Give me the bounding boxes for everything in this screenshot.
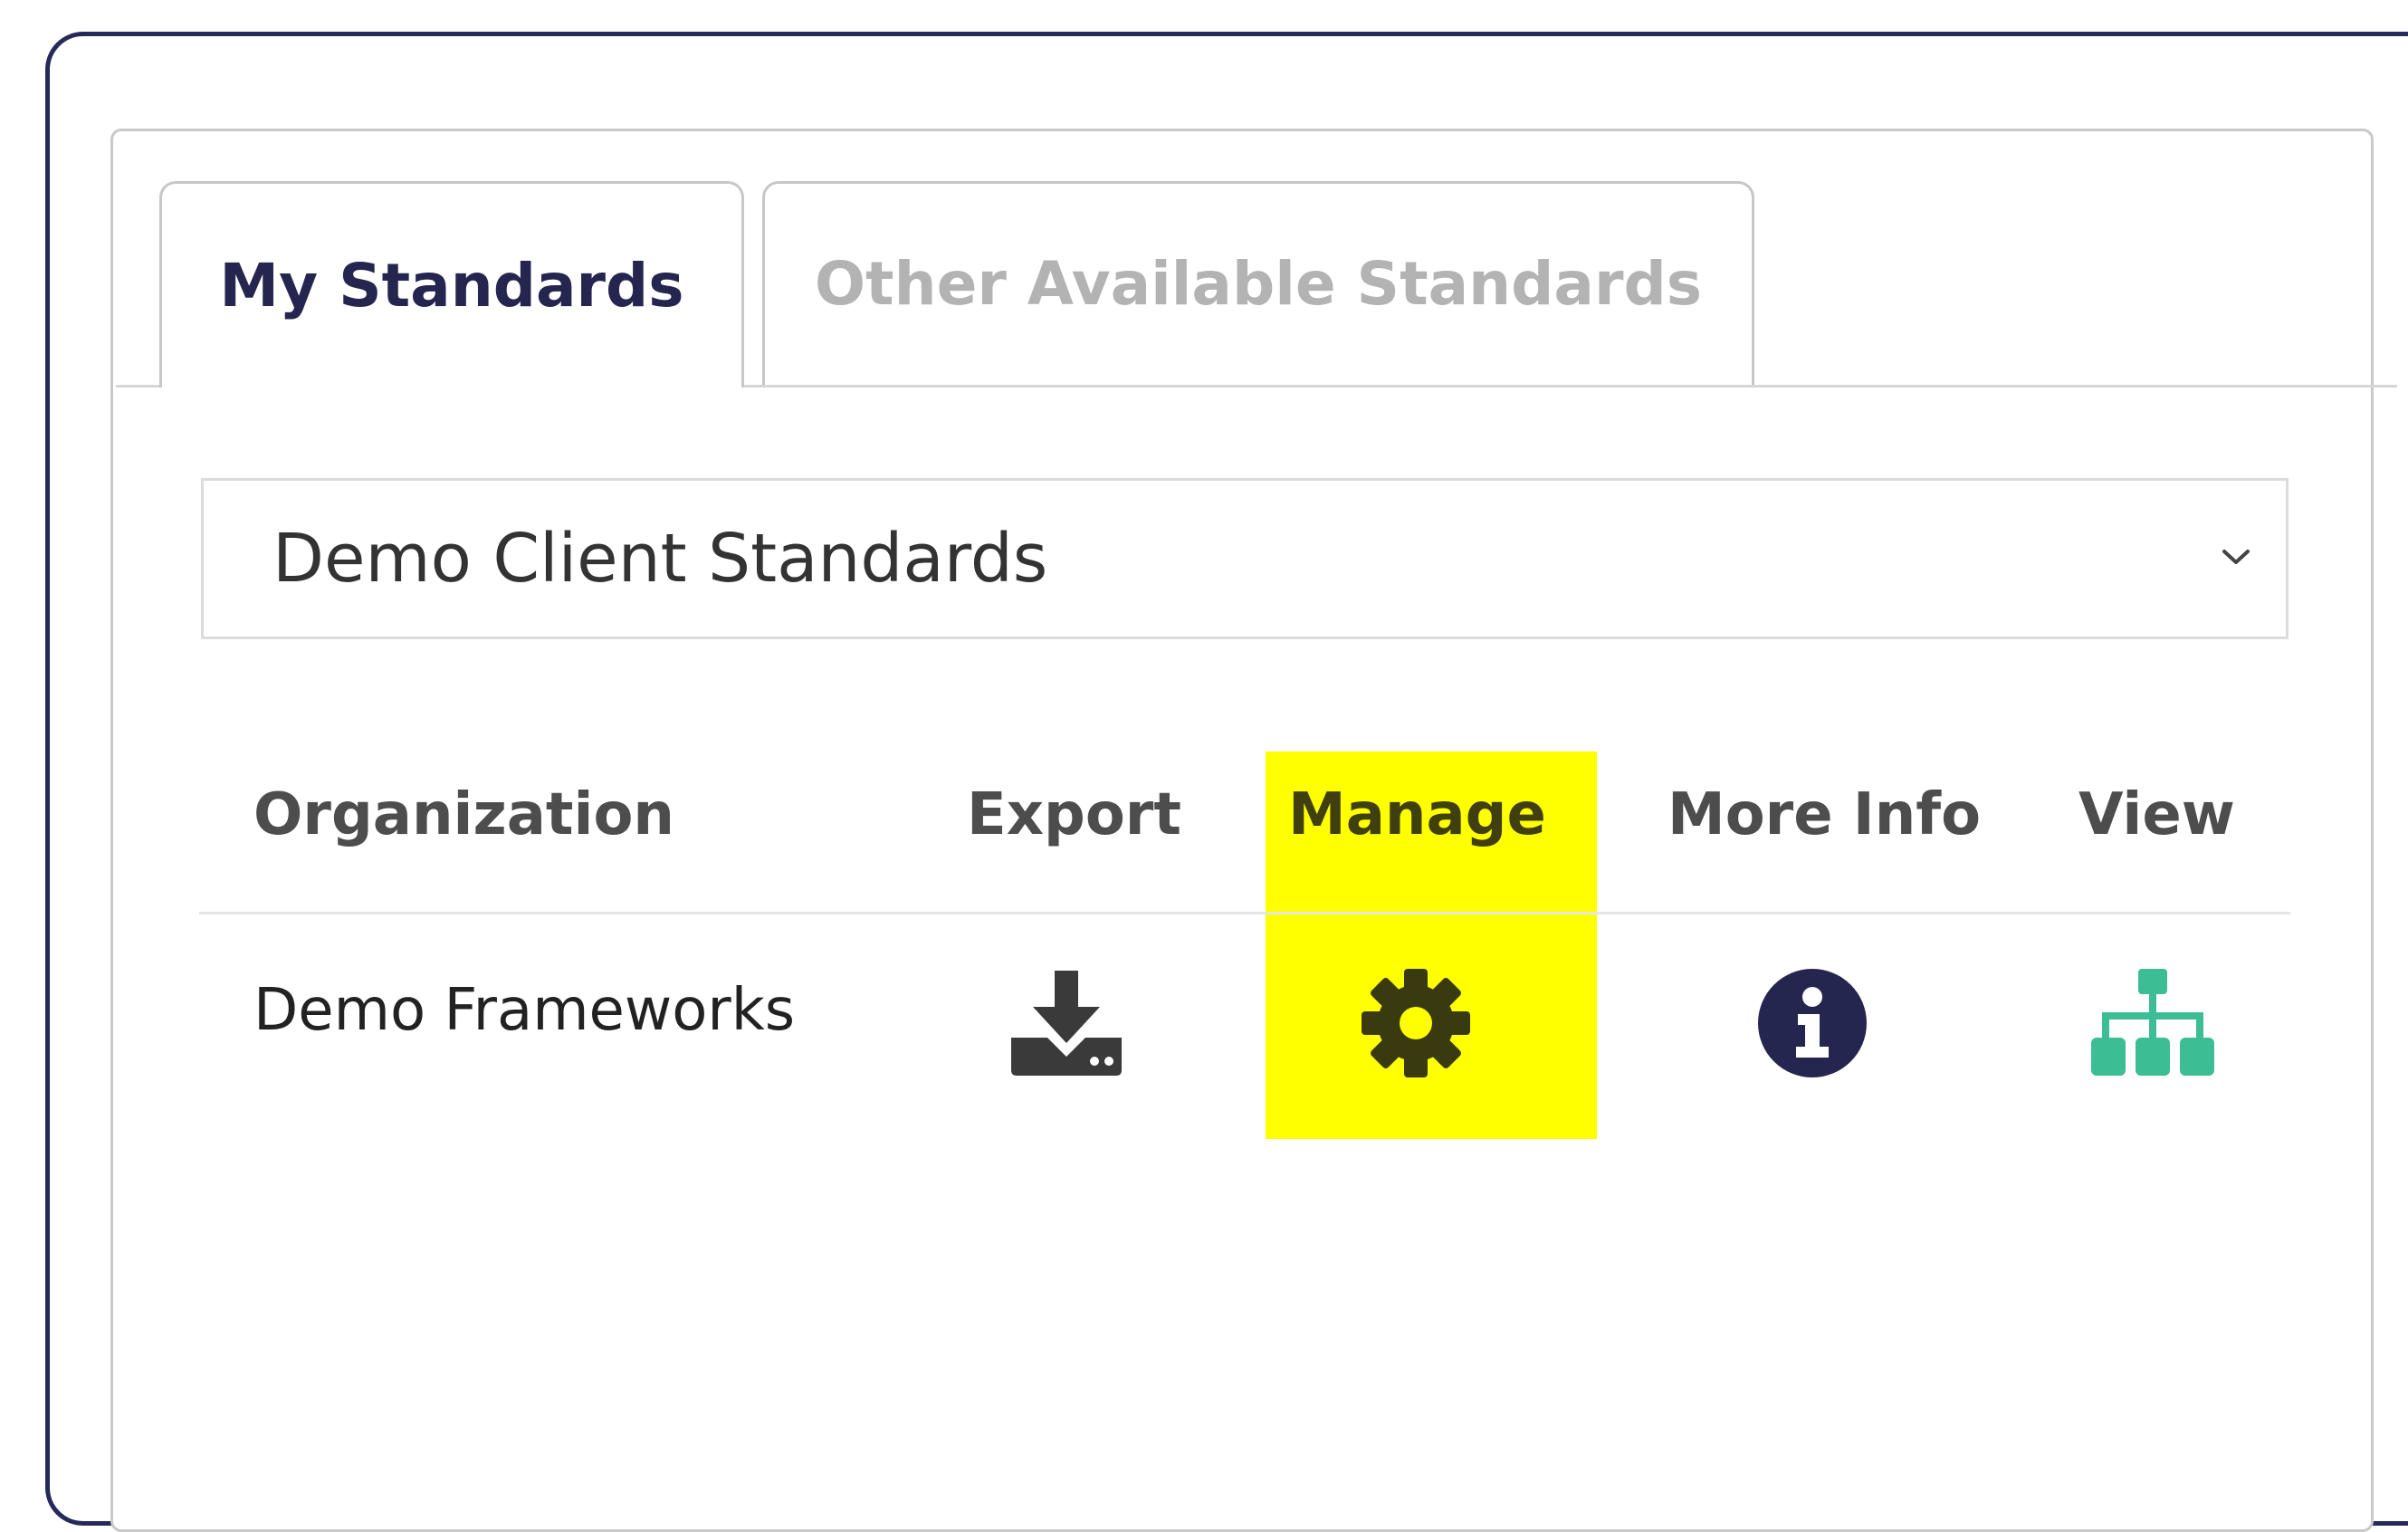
view-button[interactable] (2080, 951, 2225, 1096)
organization-cell: Demo Frameworks (253, 977, 796, 1044)
tab-my-standards[interactable]: My Standards (159, 181, 744, 388)
download-icon (1011, 971, 1122, 1076)
column-header-manage: Manage (1288, 781, 1546, 848)
standards-select-value: Demo Client Standards (272, 520, 1048, 598)
manage-button[interactable] (1343, 951, 1488, 1096)
column-header-organization: Organization (253, 781, 674, 848)
column-header-view: View (2078, 781, 2235, 848)
chevron-down-icon (2221, 547, 2251, 570)
gear-icon (1362, 969, 1470, 1077)
column-header-more-info: More Info (1667, 781, 1982, 848)
more-info-button[interactable] (1740, 951, 1885, 1096)
tab-my-standards-label: My Standards (219, 250, 684, 321)
table-header-divider (199, 912, 2290, 914)
tab-other-available-standards[interactable]: Other Available Standards (762, 181, 1754, 385)
sitemap-icon (2091, 969, 2214, 1076)
standards-select[interactable]: Demo Client Standards (201, 478, 2289, 639)
column-header-export: Export (967, 781, 1181, 848)
tab-other-standards-label: Other Available Standards (814, 249, 1703, 319)
export-button[interactable] (994, 951, 1139, 1096)
info-circle-icon (1758, 969, 1867, 1077)
